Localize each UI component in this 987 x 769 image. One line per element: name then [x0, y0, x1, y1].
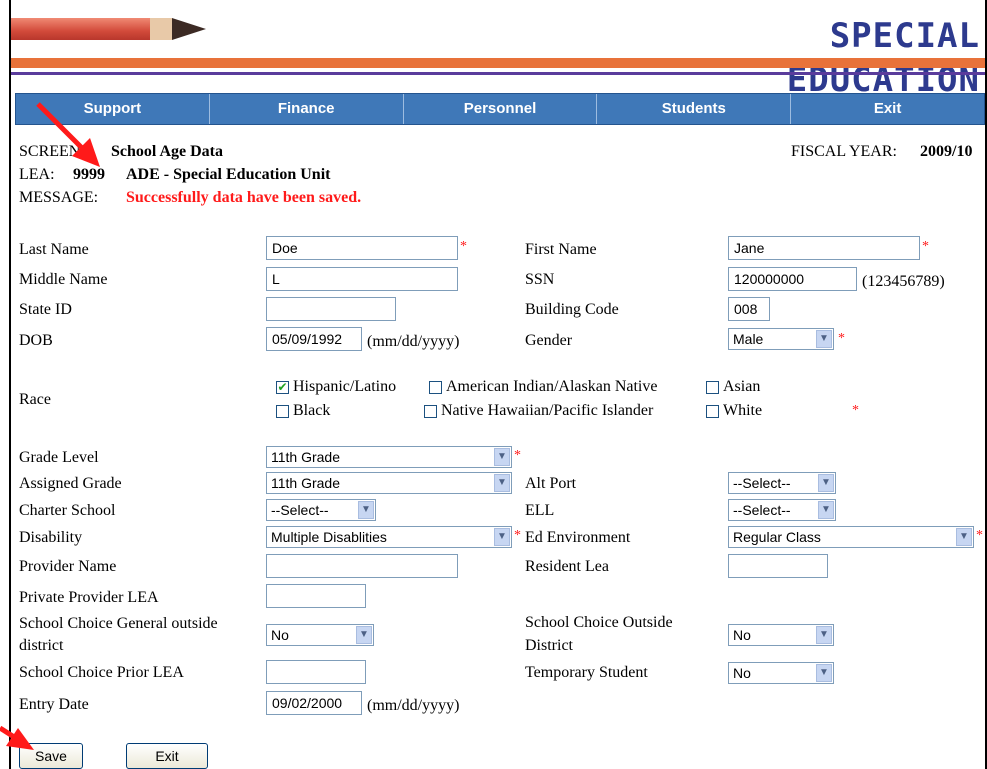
annotation-arrows	[0, 102, 100, 750]
arrow-to-save-icon	[0, 725, 34, 750]
page-frame: SPECIAL EDUCATION Support Finance Person…	[0, 0, 987, 769]
arrow-to-lea-icon	[36, 102, 100, 167]
